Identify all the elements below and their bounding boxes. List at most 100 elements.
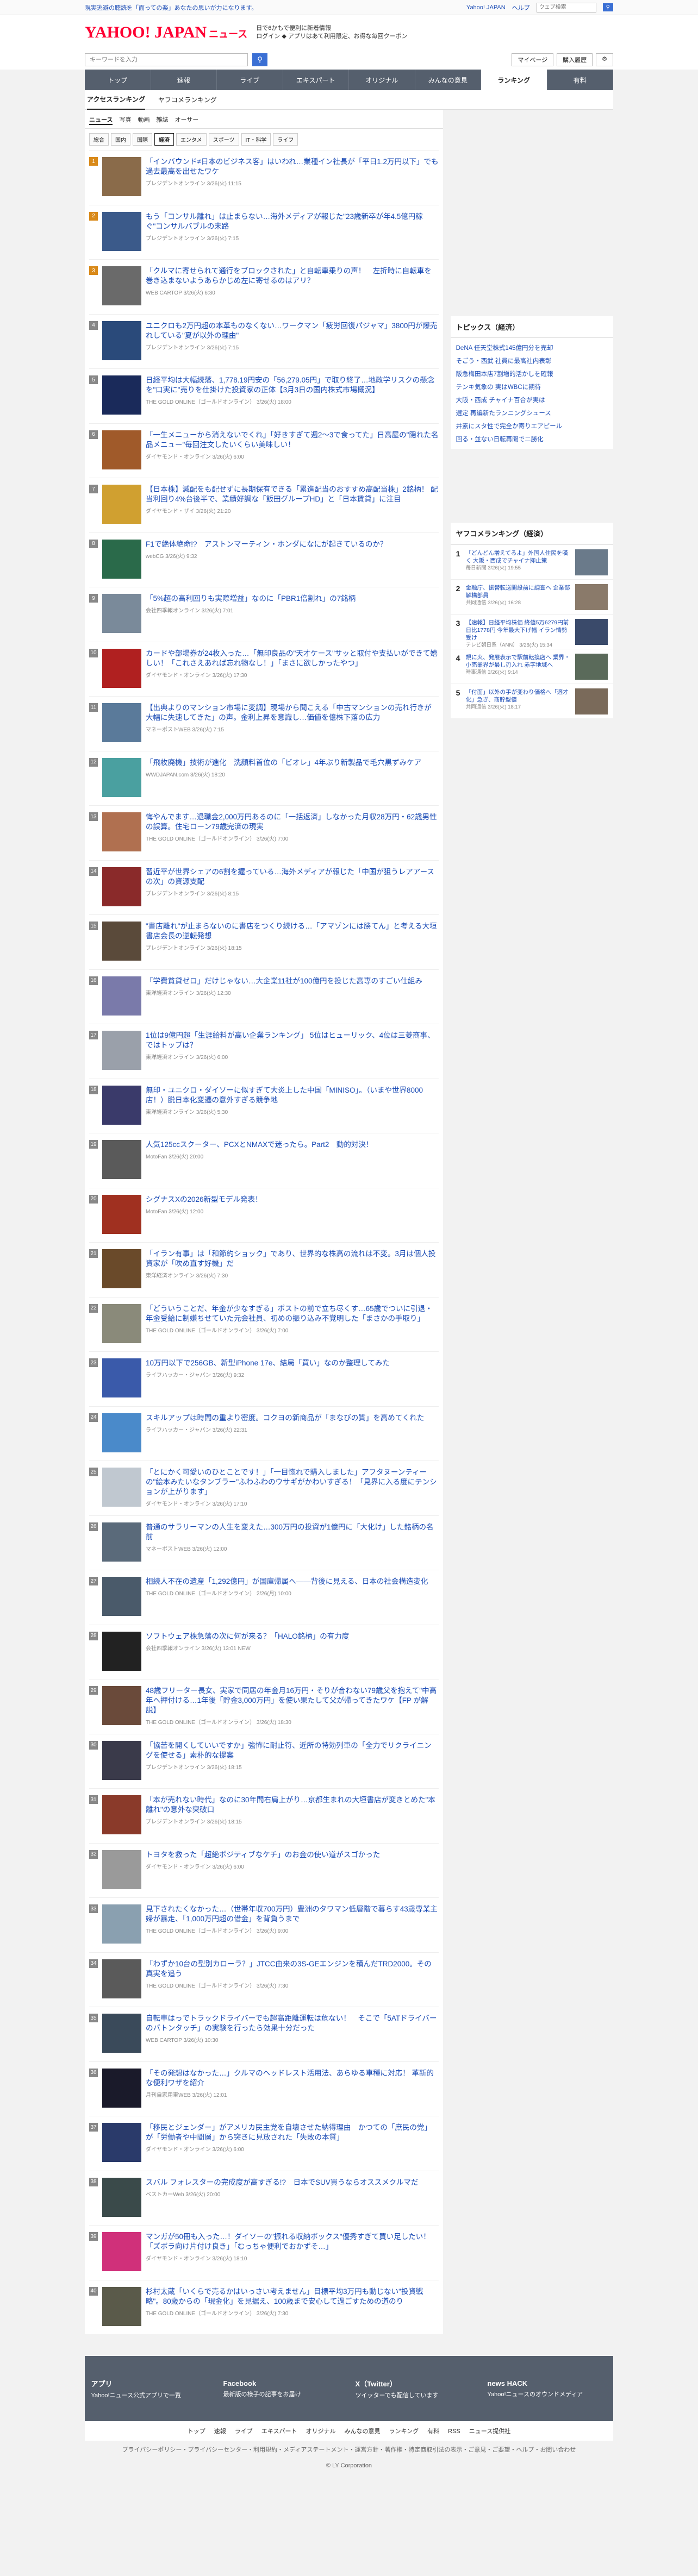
promo-line-2[interactable]: ログイン ◆ アプリはあて利用限定、お得な毎回クーポン: [256, 33, 407, 41]
ranking-item[interactable]: 31 「本が売れない時代」なのに30年間右肩上がり…京都生まれの大垣書店が変きとめ…: [89, 1788, 439, 1843]
footer-x[interactable]: X（Twitter） ツイッターでも配信しています: [356, 2378, 475, 2399]
article-title[interactable]: 見下されたくなかった…（世帯年収700万円）豊洲のタワマン低層階で暮らす43歳専…: [146, 1904, 439, 1924]
ranking-item[interactable]: 9 「5%超の高利回りも実際増益」なのに「PBR1倍割れ」の7銘柄 会社四季報オンラ…: [89, 587, 439, 642]
ranking-item[interactable]: 24 スキルアップは時間の重より密度。コクヨの新商品が「まなびの質」を高めてくれた…: [89, 1406, 439, 1461]
ranking-item[interactable]: 30 「協苦を開くしていいですか」強怖に耐止符、近所の特効列車の「全力でリクライニ…: [89, 1733, 439, 1789]
genre-tab[interactable]: 総合: [89, 133, 109, 146]
ranking-item[interactable]: 36 「その発想はなかった…」クルマのヘッドレスト活用法、あらゆる車種に対応！ 革…: [89, 2061, 439, 2116]
comment-ranking-title[interactable]: 金融庁、振替転送開設前に調査へ 企業部解構部員: [466, 584, 572, 599]
article-title[interactable]: スバル フォレスターの完成度が高すぎる!? 日本でSUV買うならオススメクルマだ: [146, 2178, 439, 2188]
web-search-button[interactable]: ⚲: [602, 3, 613, 11]
article-title[interactable]: 「イラン有事」は「和節約ショック」であり、世界的な株高の流れは不変。3月は個人投…: [146, 1249, 439, 1269]
footer-nav-link[interactable]: みんなの意見: [344, 2428, 380, 2435]
ranking-item[interactable]: 16 「学費貧貸ゼロ」だけじゃない…大企業11社が100億円を投じた高専のすごい仕…: [89, 969, 439, 1024]
ranking-item[interactable]: 13 悔やんでます…退職金2,000万円あるのに「一括返済」しなかった月収28万円…: [89, 805, 439, 860]
topic-link[interactable]: 選定 再編新たランニングシュース: [451, 406, 613, 419]
article-title[interactable]: 相続人不在の遺産「1,292億円」が国庫帰属へ――背後に見える、日本の社会構造変…: [146, 1577, 439, 1587]
article-title[interactable]: 「その発想はなかった…」クルマのヘッドレスト活用法、あらゆる車種に対応！ 革新的…: [146, 2069, 439, 2088]
article-title[interactable]: 杉村太蔵「いくらで売るかはいっさい考えません」目標平均3万円も動じない"投資戦略…: [146, 2287, 439, 2307]
article-title[interactable]: 無印・ユニクロ・ダイソーに似すぎて大炎上した中国「MINISO」。（いまや世界8…: [146, 1086, 439, 1105]
comment-ranking-title[interactable]: 【速報】日経平均株価 終値5万6279円前日比1778円 今年最大下げ幅 イラン…: [466, 619, 572, 642]
article-title[interactable]: "書店離れ"が止まらないのに書店をつくり続ける…「アマゾンには勝てん」と考える大…: [146, 922, 439, 941]
ranking-item[interactable]: 25 「とにかく可愛いのひとことです！」「一目惚れで購入しました」アフタヌーンティ…: [89, 1461, 439, 1515]
ranking-item[interactable]: 3 「クルマに寄せられて通行をブロックされた」と自転車乗りの声！ 左折時に自転車を…: [89, 259, 439, 314]
settings-button[interactable]: ⚙: [596, 53, 613, 66]
comment-ranking-item[interactable]: 2 金融庁、振替転送開設前に調査へ 企業部解構部員 共同通信 3/26(火) 16:…: [450, 579, 613, 614]
category-tab[interactable]: 雑誌: [156, 115, 168, 125]
tab-access-ranking[interactable]: アクセスランキング: [87, 90, 146, 110]
topic-link[interactable]: 阪急梅田本店7割増的活かしを確報: [451, 367, 613, 380]
article-title[interactable]: 普通のサラリーマンの人生を変えた…300万円の投資が1億円に「大化け」した銘柄の…: [146, 1522, 439, 1542]
ranking-item[interactable]: 20 シグナスXの2026新型モデル発表！ MotoFan 3/26(火) 12:0…: [89, 1187, 439, 1243]
article-title[interactable]: F1で絶体絶命!? アストンマーティン・ホンダになにが起きているのか？: [146, 540, 439, 549]
article-title[interactable]: ユニクロも2万円超の本革ものなくない…ワークマン「疲労回復パジャマ」3800円が…: [146, 321, 439, 341]
article-title[interactable]: 「飛枚廃機」技術が進化 洗顔料首位の「ビオレ」4年ぶり新製品で毛穴黒ずみケア: [146, 758, 439, 768]
article-title[interactable]: 48歳フリーター長女、実家で同居の年金月16万円・そりが合わない79歳父を抱えて…: [146, 1686, 439, 1715]
footer-app[interactable]: アプリ Yahoo!ニュース公式アプリで一覧: [91, 2378, 211, 2399]
article-title[interactable]: 日経平均は大幅続落、1,778.19円安の「56,279.05円」で取り終了…地…: [146, 375, 439, 395]
article-title[interactable]: 【出典よりのマンション市場に変調】現場から聞こえる「中古マンションの売れ行きが大…: [146, 703, 439, 723]
category-tab[interactable]: 写真: [119, 115, 131, 125]
ranking-item[interactable]: 5 日経平均は大幅続落、1,778.19円安の「56,279.05円」で取り終了……: [89, 368, 439, 423]
footer-news-hack[interactable]: news HACK Yahoo!ニュースのオウンドメディア: [488, 2379, 607, 2398]
nav-item[interactable]: ライブ: [217, 70, 283, 90]
help-link[interactable]: ヘルプ: [512, 3, 530, 12]
genre-tab[interactable]: エンタメ: [176, 133, 207, 146]
article-title[interactable]: 「インバウンド≠日本のビジネス客」はいわれ…業種イン社長が「平日1.2万円以下」…: [146, 157, 439, 177]
nav-item[interactable]: オリジナル: [349, 70, 415, 90]
ranking-item[interactable]: 1 「インバウンド≠日本のビジネス客」はいわれ…業種イン社長が「平日1.2万円以下…: [89, 150, 439, 205]
category-tab[interactable]: ニュース: [89, 115, 113, 125]
article-title[interactable]: 「5%超の高利回りも実際増益」なのに「PBR1倍割れ」の7銘柄: [146, 594, 439, 604]
article-title[interactable]: スキルアップは時間の重より密度。コクヨの新商品が「まなびの質」を高めてくれた: [146, 1413, 439, 1423]
article-title[interactable]: カードや部場券が24枚入った…「無印良品の"天才ケース"サッと取付や支払いができ…: [146, 649, 439, 668]
genre-tab[interactable]: 国際: [133, 133, 152, 146]
topic-link[interactable]: DeNA 任天堂株式145億円分を売却: [451, 341, 613, 354]
ranking-item[interactable]: 14 習近平が世界シェアの6割を握っている…海外メディアが報じた「中国が狙うレアア…: [89, 860, 439, 915]
ranking-item[interactable]: 6 「一生メニューから消えないでくれ」「好きすぎて週2〜3で食ってた」日高屋の"隠…: [89, 423, 439, 478]
ranking-item[interactable]: 22 「どういうことだ、年金が少なすぎる」ポストの前で立ち尽くす…65歳でついに引…: [89, 1296, 439, 1352]
ranking-item[interactable]: 18 無印・ユニクロ・ダイソーに似すぎて大炎上した中国「MINISO」。（いまや世…: [89, 1078, 439, 1133]
genre-tab[interactable]: ライフ: [273, 133, 298, 146]
topic-link[interactable]: 回る・並ない日転再開で二勝化: [451, 433, 613, 446]
article-title[interactable]: 「わずか10台の型別カローラ？」JTCC由来の3S-GEエンジンを積んだTRD2…: [146, 1959, 439, 1979]
ranking-item[interactable]: 29 48歳フリーター長女、実家で同居の年金月16万円・そりが合わない79歳父を抱…: [89, 1679, 439, 1734]
ranking-item[interactable]: 35 自転車はっでトラックドライバーでも超高距離運転は危ない！ そこで「5ATドラ…: [89, 2007, 439, 2061]
ranking-item[interactable]: 15 "書店離れ"が止まらないのに書店をつくり続ける…「アマゾンには勝てん」と考え…: [89, 914, 439, 969]
comment-ranking-title[interactable]: 「付面」以外の手が変わり価格へ「適才化」急ぎ、商貯型値: [466, 688, 572, 704]
ranking-item[interactable]: 19 人気125ccスクーター、PCXとNMAXで迷ったら。Part2 動的対決！…: [89, 1133, 439, 1188]
article-title[interactable]: もう「コンサル離れ」は止まらない…海外メディアが報じた"23歳新卒が年4.5億円…: [146, 212, 439, 231]
ranking-item[interactable]: 37 「移民とジェンダー」がアメリカ民主党を自壊させた納得理由 かつての「庶民の党…: [89, 2116, 439, 2171]
web-search-input[interactable]: [536, 2, 596, 12]
article-title[interactable]: 【日本株】減配をも配せずに長期保有できる「累進配当のおすすめ高配当株」2銘柄！ …: [146, 485, 439, 504]
ranking-item[interactable]: 11 【出典よりのマンション市場に変調】現場から聞こえる「中古マンションの売れ行き…: [89, 696, 439, 751]
article-title[interactable]: 「とにかく可愛いのひとことです！」「一目惚れで購入しました」アフタヌーンティーの…: [146, 1468, 439, 1497]
article-title[interactable]: 「クルマに寄せられて通行をブロックされた」と自転車乗りの声！ 左折時に自転車を巻…: [146, 266, 439, 286]
yahoo-japan-link[interactable]: Yahoo! JAPAN: [466, 4, 506, 11]
article-title[interactable]: マンガが50冊も入った…！ダイソーの"振れる収納ボックス"優秀すぎて買い足したい…: [146, 2232, 439, 2252]
yahoo-logo[interactable]: YAHOO! JAPAN ニュース: [85, 23, 247, 42]
news-search-input[interactable]: [85, 53, 248, 66]
footer-nav-link[interactable]: ライブ: [235, 2428, 253, 2435]
tab-comment-ranking[interactable]: ヤフコメランキング: [158, 95, 217, 104]
ranking-item[interactable]: 32 トヨタを救った「超絶ポジティブなケチ」のお金の使い道がスゴかった ダイヤモンド…: [89, 1842, 439, 1898]
article-title[interactable]: 悔やんでます…退職金2,000万円あるのに「一括返済」しなかった月収28万円・6…: [146, 812, 439, 832]
article-title[interactable]: 「協苦を開くしていいですか」強怖に耐止符、近所の特効列車の「全力でリクライニング…: [146, 1741, 439, 1760]
ranking-item[interactable]: 28 ソフトウェア株急落の次に何が来る？「HALO銘柄」の有力度 会社四季報オンライ…: [89, 1624, 439, 1679]
footer-nav-link[interactable]: オリジナル: [306, 2428, 335, 2435]
nav-item[interactable]: トップ: [85, 70, 151, 90]
topic-link[interactable]: テンキ気象の 実はWBCに期待: [451, 380, 613, 393]
ranking-item[interactable]: 27 相続人不在の遺産「1,292億円」が国庫帰属へ――背後に見える、日本の社会構…: [89, 1570, 439, 1625]
topic-link[interactable]: 大阪・西成 チャイナ百合が実は: [451, 393, 613, 406]
comment-ranking-title[interactable]: 「どんどん増えてるよ」外国人住民を嘆く 大阪・西成でチャイナ抑止策: [466, 549, 572, 565]
nav-item[interactable]: ランキング: [481, 70, 547, 90]
ranking-item[interactable]: 8 F1で絶体絶命!? アストンマーティン・ホンダになにが起きているのか？ webC…: [89, 532, 439, 587]
topic-link[interactable]: そごう・西武 社員に最高社内表彰: [451, 354, 613, 367]
mypage-button[interactable]: マイページ: [512, 53, 554, 66]
footer-nav-link[interactable]: ニュース提供社: [469, 2428, 510, 2435]
ranking-item[interactable]: 38 スバル フォレスターの完成度が高すぎる!? 日本でSUV買うならオススメクル…: [89, 2170, 439, 2226]
purchase-history-button[interactable]: 購入履歴: [557, 53, 593, 66]
ranking-item[interactable]: 21 「イラン有事」は「和節約ショック」であり、世界的な株高の流れは不変。3月は個…: [89, 1242, 439, 1297]
ranking-item[interactable]: 34 「わずか10台の型別カローラ？」JTCC由来の3S-GEエンジンを積んだTR…: [89, 1952, 439, 2007]
footer-nav-link[interactable]: 有料: [427, 2428, 439, 2435]
ranking-item[interactable]: 10 カードや部場券が24枚入った…「無印良品の"天才ケース"サッと取付や支払いが…: [89, 641, 439, 697]
